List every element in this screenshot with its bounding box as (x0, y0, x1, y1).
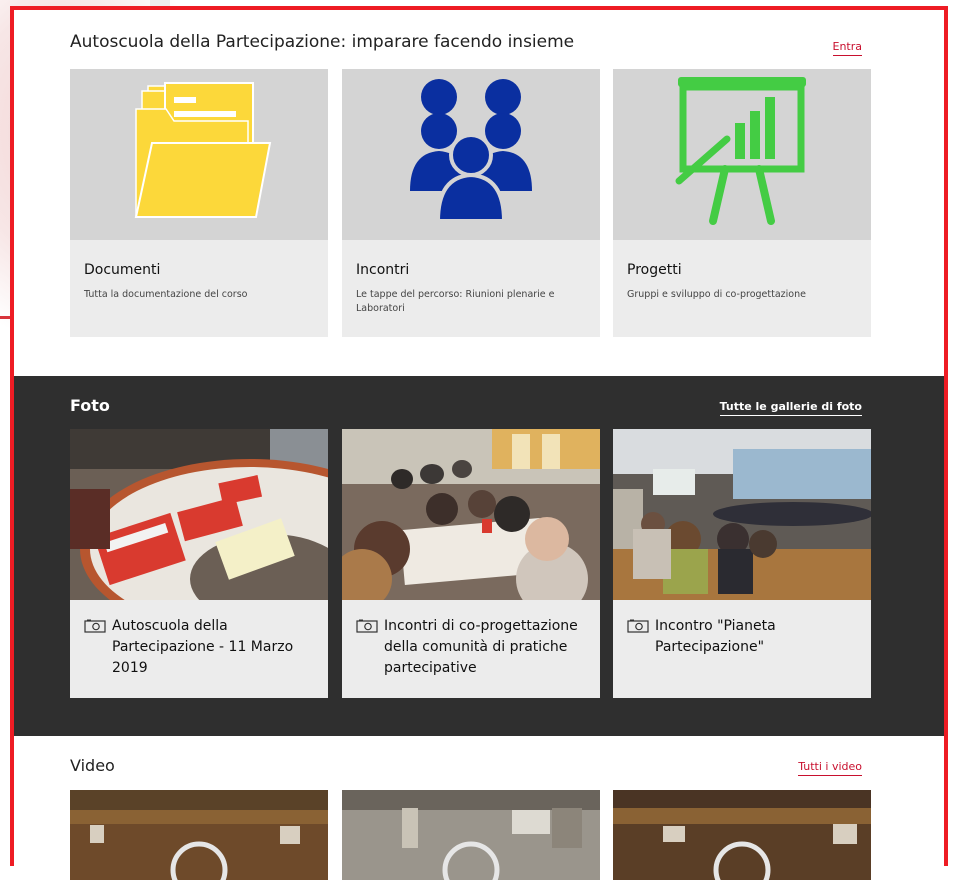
video-thumbnail (70, 790, 328, 880)
gallery-title: Incontri di co-progettazione della comun… (384, 618, 578, 676)
card-incontri[interactable]: Incontri Le tappe del percorso: Riunioni… (342, 69, 600, 337)
gallery-photo (70, 429, 328, 600)
section-title: Video (70, 756, 115, 775)
card-description: Tutta la documentazione del corso (84, 289, 248, 300)
camera-icon (84, 619, 106, 633)
highlight-frame: Autoscuola della Partecipazione: imparar… (10, 6, 948, 880)
section-title: Autoscuola della Partecipazione: imparar… (70, 32, 575, 52)
card-body: Documenti Tutta la documentazione del co… (70, 240, 328, 337)
card-title: Incontri (356, 262, 410, 278)
card-description: Gruppi e sviluppo di co-progettazione (627, 289, 806, 300)
people-icon (410, 79, 532, 223)
gallery-title: Incontro "Pianeta Partecipazione" (655, 618, 776, 655)
card-body: Progetti Gruppi e sviluppo di co-progett… (613, 240, 871, 337)
card-body: Incontro "Pianeta Partecipazione" (613, 600, 871, 698)
folder-icon (134, 82, 272, 218)
gallery-card[interactable]: Incontri di co-progettazione della comun… (342, 429, 600, 698)
gallery-title: Autoscuola della Partecipazione - 11 Mar… (112, 618, 294, 676)
all-photo-galleries-link[interactable]: Tutte le gallerie di foto (719, 400, 862, 416)
card-body: Incontri di co-progettazione della comun… (342, 600, 600, 698)
card-body: Incontri Le tappe del percorso: Riunioni… (342, 240, 600, 337)
gallery-card[interactable]: Autoscuola della Partecipazione - 11 Mar… (70, 429, 328, 698)
card-image (342, 69, 600, 240)
video-thumbnail (342, 790, 600, 880)
gallery-photo (342, 429, 600, 600)
video-card[interactable] (613, 790, 871, 880)
camera-icon (356, 619, 378, 633)
documents-section: Autoscuola della Partecipazione: imparar… (14, 10, 944, 376)
camera-icon (627, 619, 649, 633)
card-image (70, 69, 328, 240)
gallery-photo (613, 429, 871, 600)
video-card[interactable] (70, 790, 328, 880)
card-body: Autoscuola della Partecipazione - 11 Mar… (70, 600, 328, 698)
card-title: Documenti (84, 262, 161, 278)
card-title: Progetti (627, 262, 682, 278)
card-progetti[interactable]: Progetti Gruppi e sviluppo di co-progett… (613, 69, 871, 337)
card-image (613, 69, 871, 240)
card-documenti[interactable]: Documenti Tutta la documentazione del co… (70, 69, 328, 337)
presentation-chart-icon (675, 77, 806, 225)
enter-link[interactable]: Entra (832, 40, 862, 56)
video-card[interactable] (342, 790, 600, 880)
card-description: Le tappe del percorso: Riunioni plenarie… (356, 289, 555, 314)
video-thumbnail (613, 790, 871, 880)
all-videos-link[interactable]: Tutti i video (798, 760, 862, 776)
photo-section: Foto Tutte le gallerie di foto Autoscuol… (14, 376, 944, 736)
gallery-card[interactable]: Incontro "Pianeta Partecipazione" (613, 429, 871, 698)
video-section: Video Tutti i video (14, 736, 944, 880)
section-title: Foto (70, 396, 110, 415)
